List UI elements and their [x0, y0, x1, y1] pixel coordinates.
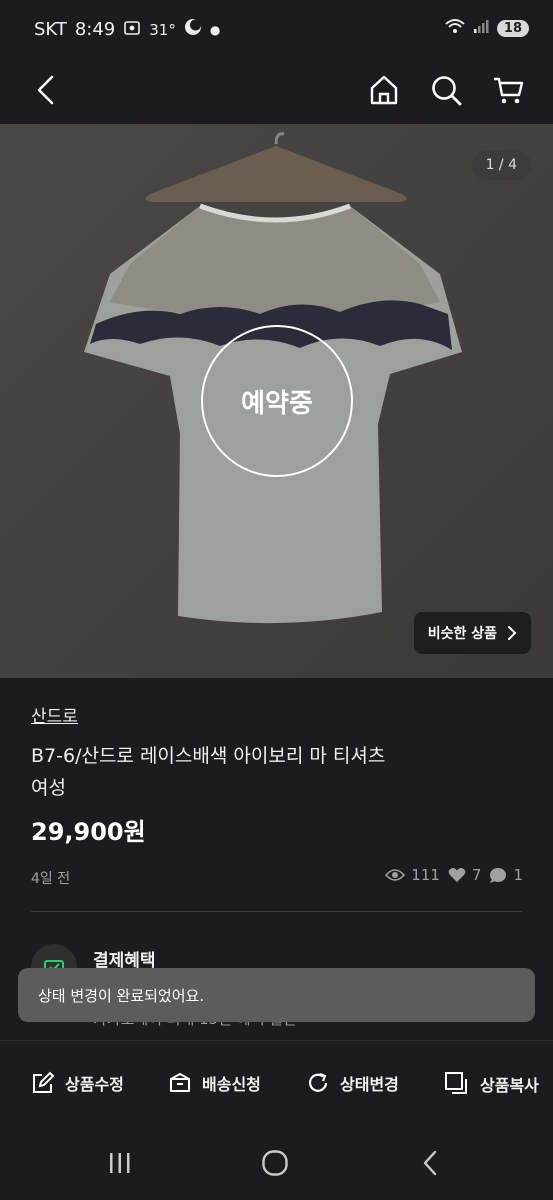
edit-product-button[interactable]: 상품수정	[31, 1071, 124, 1095]
screenshot-icon	[123, 20, 141, 40]
similar-products-button[interactable]: 비슷한 상품	[413, 612, 531, 654]
status-right: 18	[445, 18, 529, 38]
toast-text: 상태 변경이 완료되었어요.	[38, 986, 205, 1005]
chevron-right-icon	[508, 626, 517, 640]
posted-time: 4일 전	[31, 871, 71, 887]
back-nav-button[interactable]	[410, 1146, 450, 1180]
product-title: B7-6/산드로 레이스배색 아이보리 마 티셔츠 여성	[31, 740, 521, 804]
edit-product-label: 상품수정	[65, 1075, 124, 1094]
change-status-label: 상태변경	[340, 1075, 399, 1094]
system-navigation-bar	[0, 1126, 553, 1200]
change-status-button[interactable]: 상태변경	[306, 1071, 399, 1095]
toast-message: 상태 변경이 완료되었어요.	[18, 968, 535, 1022]
chat-bubble-icon	[490, 867, 507, 883]
cart-icon	[494, 77, 524, 104]
product-title-line1: B7-6/산드로 레이스배색 아이보리 마 티셔츠	[31, 745, 386, 767]
cart-button[interactable]	[486, 68, 530, 112]
brand-link[interactable]: 산드로	[31, 702, 78, 727]
recent-apps-button[interactable]	[100, 1146, 140, 1180]
section-divider	[31, 911, 522, 912]
battery-indicator: 18	[496, 19, 529, 37]
clock: 8:49	[74, 19, 116, 40]
moon-icon	[184, 18, 202, 41]
eye-icon	[385, 869, 406, 881]
copy-product-label: 상품복사	[480, 1076, 539, 1095]
search-icon	[432, 76, 462, 106]
heart-icon	[448, 868, 466, 882]
status-bar: SKT 8:49 31° ● 18	[0, 0, 553, 58]
back-icon	[37, 75, 54, 105]
likes-count: 7	[471, 866, 482, 884]
product-title-line2: 여성	[31, 777, 66, 799]
home-circle-icon	[262, 1150, 288, 1176]
seller-action-bar: 상품수정 배송신청 상태변경 상품복사	[0, 1040, 553, 1126]
box-icon	[170, 1073, 190, 1092]
similar-products-label: 비슷한 상품	[427, 626, 497, 642]
status-left: SKT 8:49 31° ●	[34, 18, 220, 41]
shipping-request-label: 배송신청	[202, 1075, 261, 1094]
shipping-request-button[interactable]: 배송신청	[168, 1071, 261, 1095]
back-nav-icon	[423, 1150, 437, 1176]
copy-product-button[interactable]: 상품복사	[444, 1071, 539, 1097]
product-image-carousel[interactable]: 1 / 4 예약중 비슷한 상품	[0, 124, 553, 678]
home-nav-button[interactable]	[255, 1146, 295, 1180]
home-icon	[370, 75, 398, 105]
likes-stat: 7	[448, 866, 482, 884]
views-count: 111	[411, 866, 440, 884]
chats-count: 1	[513, 866, 523, 884]
dot-icon: ●	[209, 22, 221, 37]
recent-apps-icon	[110, 1153, 130, 1173]
back-button[interactable]	[24, 68, 68, 112]
reserved-status-overlay: 예약중	[201, 325, 353, 477]
chats-stat: 1	[489, 866, 523, 884]
views-stat: 111	[385, 866, 440, 884]
wifi-icon	[445, 18, 465, 38]
refresh-icon	[308, 1072, 328, 1092]
edit-icon	[33, 1071, 55, 1093]
home-button[interactable]	[362, 68, 406, 112]
top-app-bar	[0, 58, 553, 124]
product-stats: 111 7 1	[385, 866, 523, 884]
image-counter: 1 / 4	[471, 150, 531, 180]
temperature-label: 31°	[149, 20, 176, 39]
product-price: 29,900원	[31, 818, 146, 846]
carrier-label: SKT	[34, 19, 67, 40]
signal-icon	[473, 18, 489, 38]
copy-icon	[445, 1072, 467, 1094]
search-button[interactable]	[424, 68, 468, 112]
